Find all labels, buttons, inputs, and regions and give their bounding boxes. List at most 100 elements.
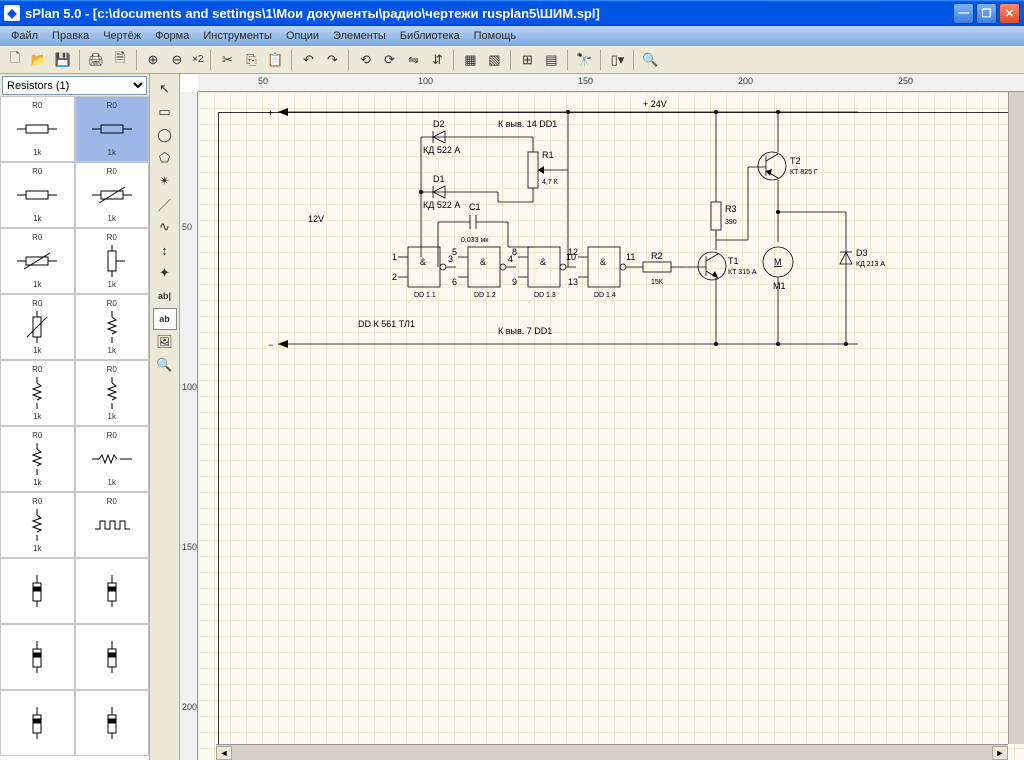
flip-h-button[interactable]: ⇋ bbox=[402, 49, 424, 71]
svg-text:6: 6 bbox=[452, 277, 457, 287]
component-palette: R01kR01kR01kR01kR01kR01kR01kR01kR01kR01k… bbox=[0, 96, 149, 760]
cut-button[interactable]: ✂ bbox=[216, 49, 238, 71]
special-tool[interactable]: ✴ bbox=[153, 170, 177, 192]
bezier-tool[interactable]: ∿ bbox=[153, 216, 177, 238]
redo-button[interactable]: ↷ bbox=[321, 49, 343, 71]
preview-button[interactable]: 🗎 bbox=[109, 49, 131, 71]
close-button[interactable]: ✕ bbox=[999, 3, 1020, 24]
palette-item[interactable]: R01k bbox=[0, 96, 75, 162]
separator bbox=[210, 50, 211, 70]
undo-button[interactable]: ↶ bbox=[297, 49, 319, 71]
palette-item[interactable]: R01k bbox=[75, 360, 150, 426]
window-title: sPlan 5.0 - [c:\documents and settings\1… bbox=[25, 6, 953, 21]
palette-item[interactable]: R01k bbox=[75, 294, 150, 360]
group-button[interactable]: ▦ bbox=[459, 49, 481, 71]
palette-item[interactable] bbox=[75, 624, 150, 690]
palette-item[interactable]: R01k bbox=[0, 162, 75, 228]
rect-tool[interactable]: ▭ bbox=[153, 101, 177, 123]
palette-item[interactable]: R01k bbox=[75, 228, 150, 294]
page-button[interactable]: ▯▾ bbox=[606, 49, 628, 71]
svg-text:9: 9 bbox=[512, 277, 517, 287]
svg-text:КТ 825 Г: КТ 825 Г bbox=[790, 169, 818, 176]
snap-button[interactable]: ⊞ bbox=[516, 49, 538, 71]
new-button[interactable]: 🗋 bbox=[4, 49, 26, 71]
menu-elements[interactable]: Элементы bbox=[326, 28, 393, 44]
horizontal-scrollbar[interactable]: ◄► bbox=[216, 744, 1008, 760]
menu-edit[interactable]: Правка bbox=[45, 28, 96, 44]
palette-item[interactable]: R01k bbox=[0, 426, 75, 492]
paste-button[interactable]: 📋 bbox=[264, 49, 286, 71]
dimension-tool[interactable]: ↕ bbox=[153, 239, 177, 261]
ungroup-button[interactable]: ▧ bbox=[483, 49, 505, 71]
palette-item[interactable] bbox=[75, 558, 150, 624]
open-button[interactable]: 📂 bbox=[28, 49, 50, 71]
svg-text:&: & bbox=[540, 257, 546, 267]
svg-text:15К: 15К bbox=[651, 279, 664, 286]
svg-text:DD 1.3: DD 1.3 bbox=[534, 292, 556, 299]
save-button[interactable]: 💾 bbox=[52, 49, 74, 71]
separator bbox=[136, 50, 137, 70]
drawing-canvas[interactable]: + + 24V К выв. 14 DD1 − DD К 561 ТЛ1 К в… bbox=[198, 92, 1024, 760]
menu-options[interactable]: Опции bbox=[279, 28, 326, 44]
library-select[interactable]: Resistors (1) bbox=[2, 76, 147, 95]
palette-item[interactable]: R01k bbox=[0, 360, 75, 426]
svg-text:13: 13 bbox=[568, 277, 578, 287]
palette-item[interactable] bbox=[0, 558, 75, 624]
palette-item[interactable] bbox=[0, 624, 75, 690]
svg-text:T1: T1 bbox=[728, 256, 739, 266]
line-tool[interactable]: ／ bbox=[153, 193, 177, 215]
flip-v-button[interactable]: ⇵ bbox=[426, 49, 448, 71]
node-tool[interactable]: ✦ bbox=[153, 262, 177, 284]
image-tool[interactable]: 🖼 bbox=[153, 331, 177, 353]
textblock-tool[interactable]: ab bbox=[153, 308, 177, 330]
palette-item[interactable]: R0 bbox=[75, 492, 150, 558]
svg-text:&: & bbox=[420, 257, 426, 267]
menu-library[interactable]: Библиотека bbox=[393, 28, 467, 44]
app-icon: ◆ bbox=[4, 5, 20, 21]
circle-tool[interactable]: ◯ bbox=[153, 124, 177, 146]
zoom-out-button[interactable]: ⊖ bbox=[166, 49, 188, 71]
separator bbox=[567, 50, 568, 70]
horizontal-ruler: 50100150200250 bbox=[198, 74, 1024, 92]
palette-item[interactable]: R01k bbox=[0, 294, 75, 360]
grid-button[interactable]: ▤ bbox=[540, 49, 562, 71]
palette-item[interactable]: R01k bbox=[0, 492, 75, 558]
menu-drawing[interactable]: Чертёж bbox=[96, 28, 148, 44]
menu-shape[interactable]: Форма bbox=[148, 28, 196, 44]
zoom-tool[interactable]: 🔍 bbox=[153, 354, 177, 376]
menu-file[interactable]: Файл bbox=[4, 28, 45, 44]
palette-item[interactable] bbox=[0, 690, 75, 756]
copy-button[interactable]: ⎘ bbox=[240, 49, 262, 71]
svg-text:D3: D3 bbox=[856, 248, 868, 258]
rotate-right-button[interactable]: ⟳ bbox=[378, 49, 400, 71]
minimize-button[interactable]: — bbox=[953, 3, 974, 24]
text-tool[interactable]: ab| bbox=[153, 285, 177, 307]
drawing-tools: ↖ ▭ ◯ ⬠ ✴ ／ ∿ ↕ ✦ ab| ab 🖼 🔍 bbox=[150, 74, 180, 760]
svg-text:DD 1.1: DD 1.1 bbox=[414, 292, 436, 299]
schematic-drawing[interactable]: + + 24V К выв. 14 DD1 − DD К 561 ТЛ1 К в… bbox=[238, 92, 998, 412]
magnifier-icon[interactable]: 🔍 bbox=[639, 49, 661, 71]
palette-item[interactable]: R01k bbox=[75, 96, 150, 162]
vertical-scrollbar[interactable] bbox=[1008, 92, 1024, 744]
svg-text:12V: 12V bbox=[308, 214, 324, 224]
maximize-button[interactable]: ❐ bbox=[976, 3, 997, 24]
svg-text:DD 1.4: DD 1.4 bbox=[594, 292, 616, 299]
svg-text:+ 24V: + 24V bbox=[643, 99, 667, 109]
palette-item[interactable]: R01k bbox=[75, 162, 150, 228]
binoculars-icon[interactable]: 🔭 bbox=[573, 49, 595, 71]
palette-item[interactable] bbox=[75, 690, 150, 756]
print-button[interactable]: 🖨 bbox=[85, 49, 107, 71]
palette-item[interactable]: R01k bbox=[0, 228, 75, 294]
menu-tools[interactable]: Инструменты bbox=[196, 28, 279, 44]
palette-item[interactable]: R01k bbox=[75, 426, 150, 492]
separator bbox=[633, 50, 634, 70]
svg-text:D1: D1 bbox=[433, 174, 445, 184]
library-panel: Resistors (1) R01kR01kR01kR01kR01kR01kR0… bbox=[0, 74, 150, 760]
polygon-tool[interactable]: ⬠ bbox=[153, 147, 177, 169]
separator bbox=[348, 50, 349, 70]
pointer-tool[interactable]: ↖ bbox=[153, 78, 177, 100]
zoom-in-button[interactable]: ⊕ bbox=[142, 49, 164, 71]
menu-help[interactable]: Помощь bbox=[467, 28, 524, 44]
rotate-left-button[interactable]: ⟲ bbox=[354, 49, 376, 71]
svg-text:+: + bbox=[268, 108, 273, 118]
